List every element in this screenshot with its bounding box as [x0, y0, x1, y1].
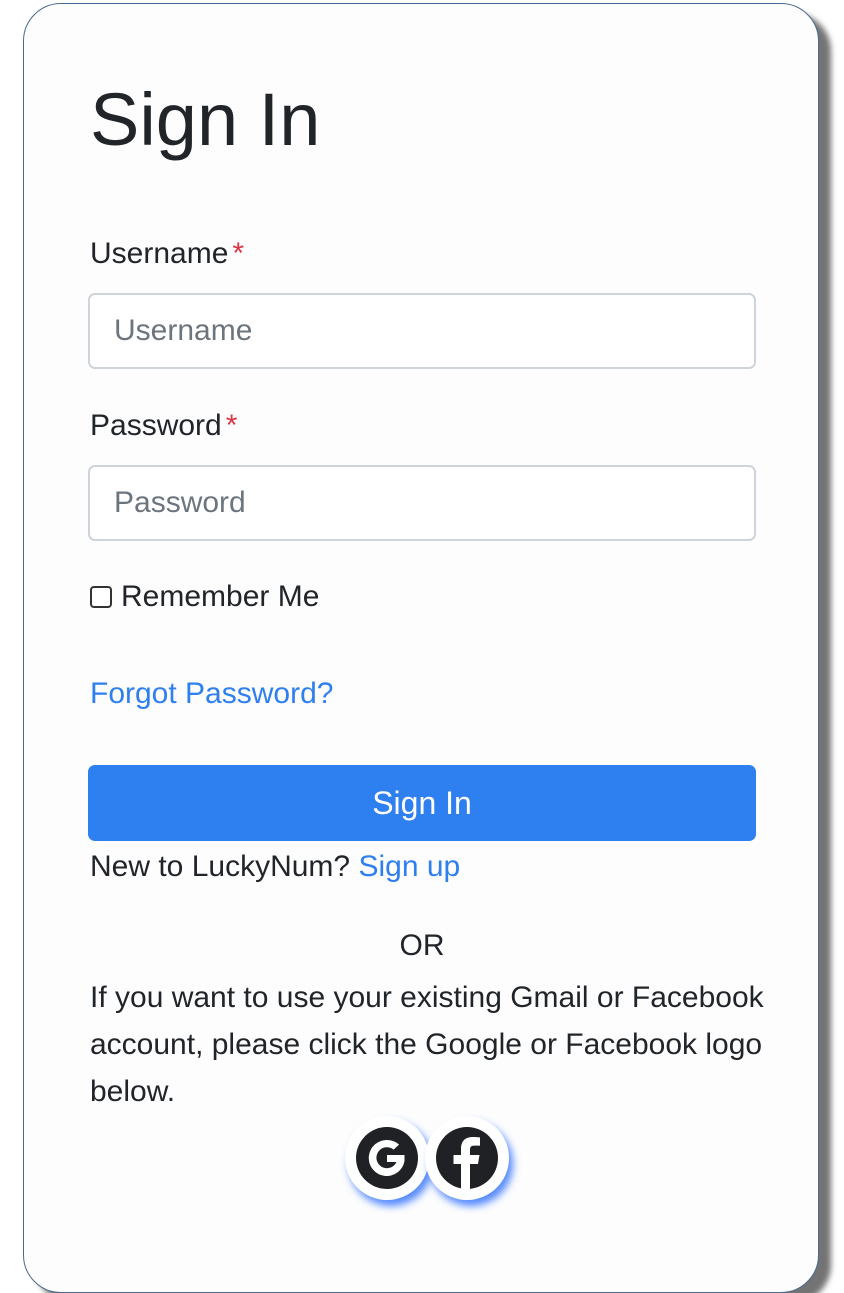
sign-in-card: Sign In Username* Password* Remember Me …: [23, 3, 819, 1293]
remember-me-checkbox[interactable]: [90, 586, 112, 608]
password-label: Password *: [90, 408, 237, 444]
username-input[interactable]: [88, 293, 756, 369]
signup-prompt: New to LuckyNum? Sign up: [90, 849, 460, 885]
sign-in-button[interactable]: Sign In: [88, 765, 756, 841]
facebook-icon: [436, 1127, 498, 1190]
required-marker: *: [225, 409, 238, 442]
facebook-login-button[interactable]: [425, 1116, 509, 1200]
or-divider: OR: [399, 929, 445, 962]
remember-me-label[interactable]: Remember Me: [121, 580, 319, 614]
username-label-text: Username: [90, 237, 229, 270]
sign-up-link[interactable]: Sign up: [358, 850, 460, 883]
password-input[interactable]: [88, 465, 756, 541]
password-label-text: Password: [90, 409, 222, 442]
forgot-password-link[interactable]: Forgot Password?: [90, 676, 333, 712]
google-login-button[interactable]: [345, 1116, 429, 1200]
remember-me-row: Remember Me: [90, 580, 319, 614]
page-title: Sign In: [90, 78, 321, 161]
required-marker: *: [232, 237, 245, 270]
social-login-info: If you want to use your existing Gmail o…: [90, 981, 764, 1108]
google-icon: [356, 1127, 418, 1189]
new-to-text: New to LuckyNum?: [90, 850, 351, 883]
username-label: Username *: [90, 236, 244, 272]
